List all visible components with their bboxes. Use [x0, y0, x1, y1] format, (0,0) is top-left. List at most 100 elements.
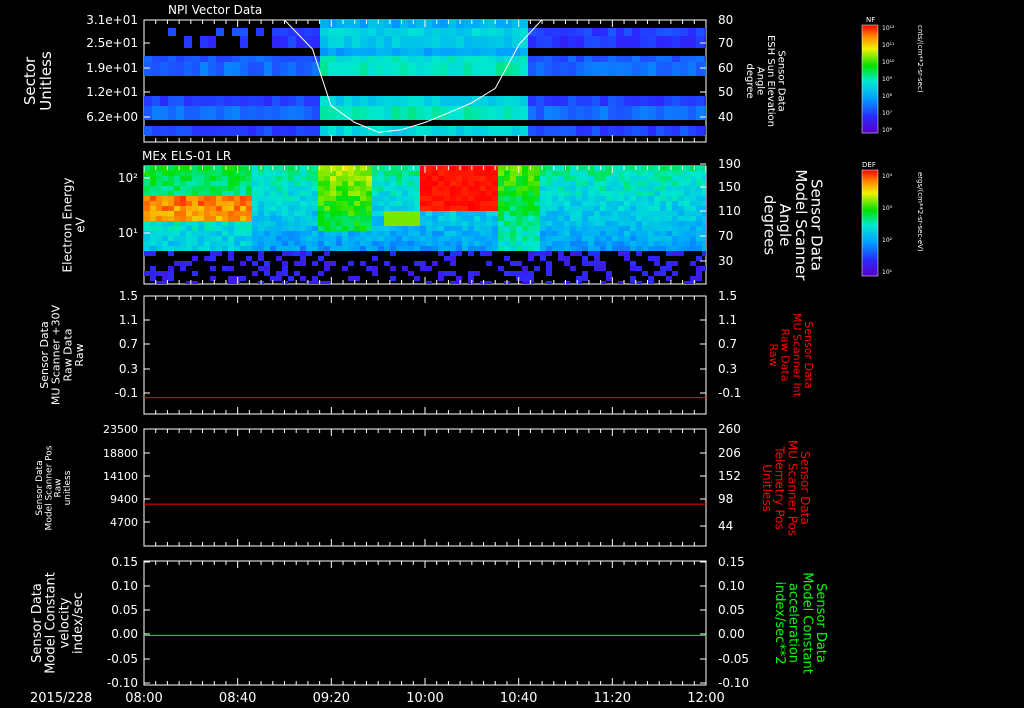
- panel-1-cell-403: [568, 56, 576, 62]
- panel-2-cell-839: [402, 236, 408, 241]
- panel-2-cell-1668: [660, 216, 666, 221]
- panel-2-cell-714: [360, 261, 366, 266]
- panel-2-cell-1684: [666, 201, 672, 206]
- panel-2-cell-1541: [624, 171, 630, 176]
- panel-2-cell-769: [378, 246, 384, 251]
- panel-2-cell-1086: [480, 231, 486, 236]
- panel-2-cell-999: [456, 176, 462, 181]
- panel-1-cell-360: [520, 62, 528, 76]
- panel-1-cell-434: [600, 106, 608, 120]
- panel-2-cell-697: [360, 166, 366, 171]
- panel-1-cell-410: [576, 56, 584, 62]
- panel-2-cell-112: [174, 221, 180, 226]
- panel-2-cell-360: [252, 231, 258, 236]
- panel-2-cell-689: [354, 216, 360, 221]
- panel-2-cell-807: [390, 276, 396, 281]
- panel-2-cell-1463: [594, 261, 600, 266]
- panel-2-cell-899: [426, 166, 432, 171]
- panel-1-cell-228: [400, 126, 408, 136]
- panel-2-cell-1277: [540, 211, 546, 216]
- panel-2-cell-1745: [684, 211, 690, 216]
- panel-2-cell-633: [336, 206, 342, 211]
- panel-2-cell-1326: [558, 166, 564, 171]
- panel-1-cell-138: [320, 126, 328, 136]
- panel-2-cell-1309: [552, 166, 558, 171]
- panel-5-ytick-1: 0.15: [111, 555, 138, 569]
- panel-4-y2tick-2: 206: [718, 446, 741, 460]
- panel-2-cell-1659: [660, 171, 666, 176]
- panel-1-cell-426: [592, 96, 600, 106]
- panel-2-cell-1620: [648, 176, 654, 181]
- panel-2-cell-729: [366, 236, 372, 241]
- panel-2-cell-721: [366, 196, 372, 201]
- panel-1-cell-8: [152, 96, 160, 106]
- panel-2-cell-1645: [654, 201, 660, 206]
- panel-2-cell-1216: [522, 216, 528, 221]
- panel-1-cell-255: [424, 126, 432, 136]
- panel-2-cell-683: [354, 186, 360, 191]
- panel-2-cell-1628: [648, 216, 654, 221]
- panel-1-cell-324: [488, 62, 496, 76]
- panel-1-cell-428: [592, 126, 600, 136]
- panel-2-cell-572: [318, 196, 324, 201]
- panel-2-cell-288: [228, 266, 234, 271]
- panel-2-cell-648: [342, 196, 348, 201]
- panel-2-cell-1156: [504, 211, 510, 216]
- panel-1-cell-190: [368, 96, 376, 106]
- panel-2-cell-631: [336, 196, 342, 201]
- panel-2-cell-1454: [594, 216, 600, 221]
- panel-2-cell-1710: [672, 226, 678, 231]
- panel-2-cell-609: [330, 176, 336, 181]
- panel-2-cell-942: [438, 196, 444, 201]
- panel-2-cell-515: [300, 211, 306, 216]
- panel-1-cell-275: [440, 48, 448, 56]
- panel-2-cell-711: [360, 236, 366, 241]
- panel-1-cell-111: [296, 28, 304, 36]
- panel-1-cell-510: [688, 96, 696, 106]
- panel-2-cell-791: [390, 181, 396, 186]
- panel-2-cell-1637: [648, 281, 654, 284]
- panel-1-cell-392: [552, 106, 560, 120]
- panel-2-cell-41: [156, 166, 162, 171]
- panel-1-cell-60: [224, 126, 232, 136]
- panel-1-cell-10: [152, 126, 160, 136]
- panel-2-cell-947: [438, 221, 444, 226]
- panel-2-cell-1072: [474, 271, 480, 276]
- panel-1-cell-274: [440, 20, 448, 28]
- panel-1-cell-337: [496, 20, 504, 28]
- panel-1-cell-306: [472, 62, 480, 76]
- panel-1-cell-455: [624, 106, 632, 120]
- panel-2-cell-786: [384, 246, 390, 251]
- panel-1-cell-156: [336, 126, 344, 136]
- panel-1-cell-260: [432, 56, 440, 62]
- panel-2-cell-728: [366, 231, 372, 236]
- panel-2-cell-1401: [576, 251, 582, 256]
- panel-2-cell-1127: [492, 241, 498, 246]
- panel-2-cell-1812: [702, 251, 706, 256]
- panel-2-cell-88: [168, 206, 174, 211]
- panel-1-cell-467: [640, 62, 648, 76]
- panel-2-cell-1581: [636, 171, 642, 176]
- panel-2-cell-888: [420, 206, 426, 211]
- panel-2-cell-1250: [534, 171, 540, 176]
- panel-2-cell-1631: [648, 231, 654, 236]
- panel-2-cell-1449: [594, 191, 600, 196]
- panel-2-cell-685: [354, 196, 360, 201]
- panel-2-cell-1613: [642, 231, 648, 236]
- panel-2-cell-10: [144, 211, 150, 216]
- panel-2-cell-1321: [552, 226, 558, 231]
- panel-1-cell-474: [648, 62, 656, 76]
- panel-1-cell-87: [264, 96, 272, 106]
- panel-2-cell-439: [276, 236, 282, 241]
- panel-2-cell-472: [288, 191, 294, 196]
- panel-2-cell-11: [144, 216, 150, 221]
- panel-2-cell-527: [306, 166, 312, 171]
- panel-2-cell-701: [360, 186, 366, 191]
- panel-2-cell-49: [156, 206, 162, 211]
- panel-1-cell-491: [664, 126, 672, 136]
- panel-1-cell-39: [200, 56, 208, 62]
- panel-2-y2tick-4: 150: [718, 180, 741, 194]
- panel-1-cell-206: [384, 56, 392, 62]
- panel-2-cell-320: [240, 216, 246, 221]
- panel-2-cell-146: [186, 206, 192, 211]
